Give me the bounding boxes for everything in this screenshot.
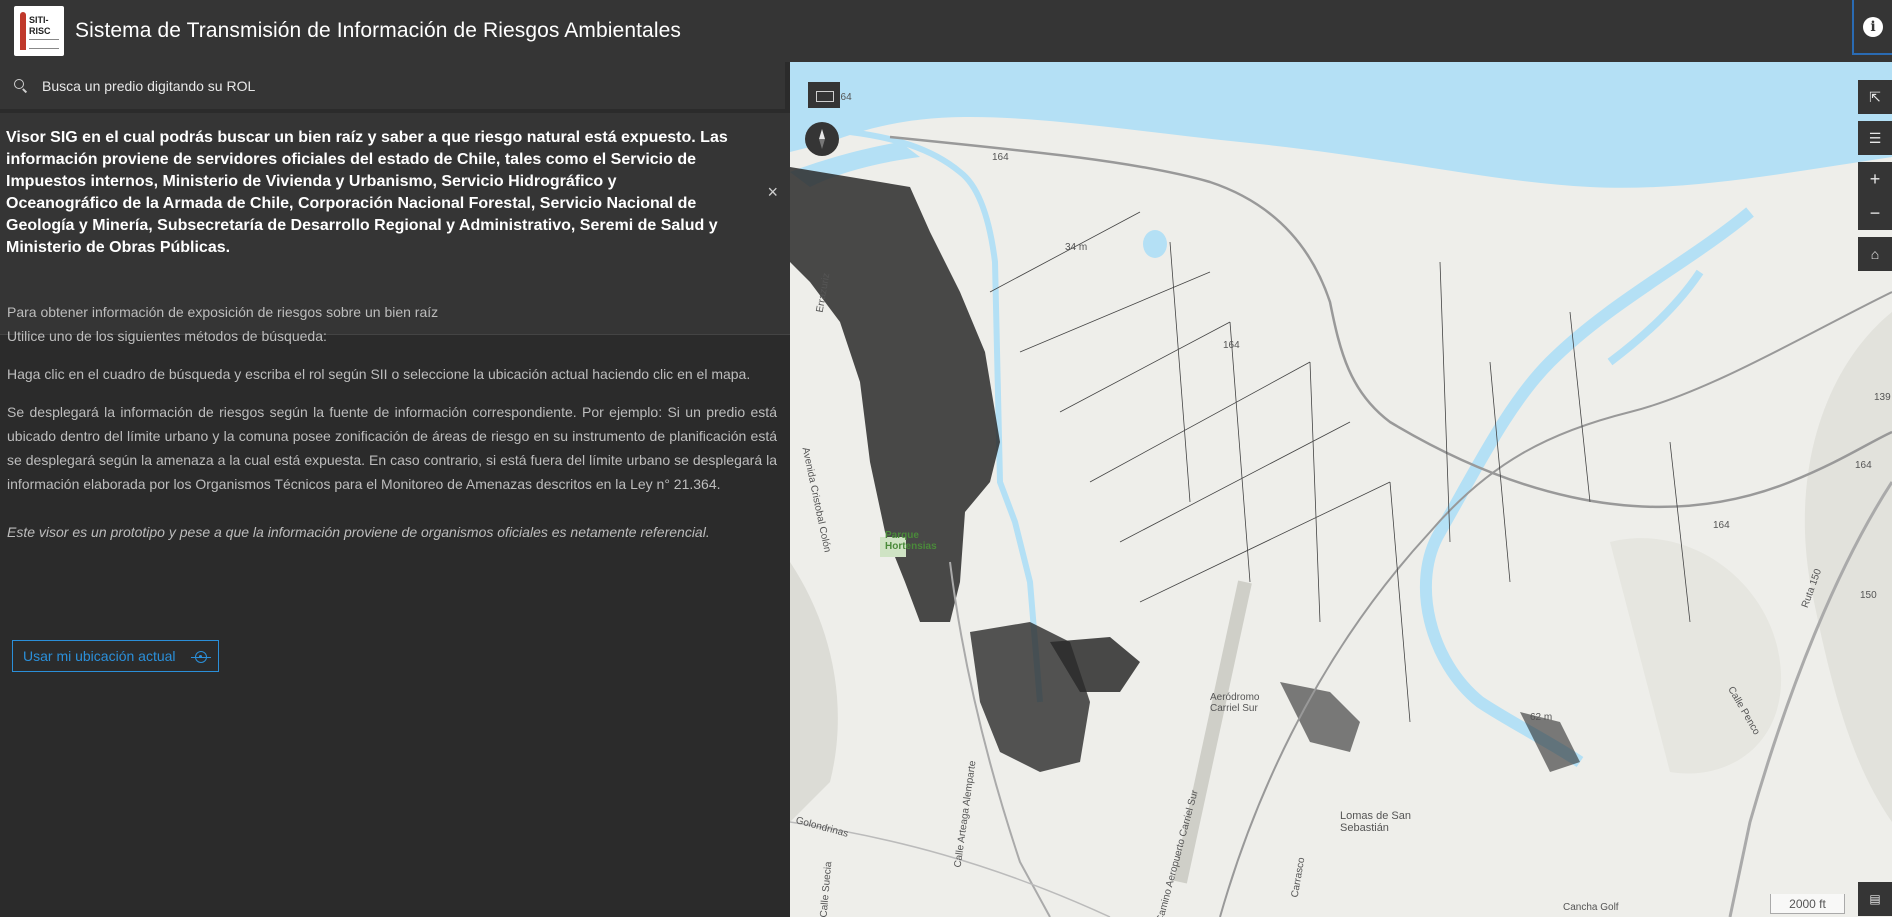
logo-text-2: RISC — [29, 26, 51, 36]
pond — [1143, 230, 1167, 258]
home-button[interactable]: ⌂ — [1858, 237, 1892, 271]
search-input[interactable] — [42, 77, 742, 94]
instructions: Para obtener información de exposición d… — [7, 300, 777, 558]
search-icon — [14, 78, 28, 93]
keyboard-icon[interactable] — [808, 82, 840, 108]
app-title: Sistema de Transmisión de Información de… — [75, 19, 681, 42]
share-button[interactable]: ⇱ — [1858, 80, 1892, 114]
app-header: SITI- RISC Sistema de Transmisión de Inf… — [0, 0, 1892, 62]
hill-shade-right — [1804, 312, 1892, 822]
instruction-line-1: Para obtener información de exposición d… — [7, 304, 439, 320]
side-panel: Visor SIG en el cual podrás buscar un bi… — [0, 62, 790, 917]
intro-text: Visor SIG en el cual podrás buscar un bi… — [6, 129, 728, 256]
airport-label: Aeródromo Carriel Sur — [1210, 692, 1260, 714]
railway — [1219, 291, 1892, 917]
golf-label: Cancha Golf — [1563, 902, 1619, 913]
logo-text-1: SITI- — [29, 15, 49, 25]
disclaimer-text: Este visor es un prototipo y pese a que … — [7, 524, 710, 540]
layer-list-icon: ☰ — [1868, 129, 1882, 146]
app-logo: SITI- RISC — [14, 6, 64, 56]
park-label: Parque Hortensias — [885, 530, 937, 552]
share-icon: ⇱ — [1869, 88, 1881, 105]
road-label: 164 — [992, 152, 1009, 163]
elevation-label: 62 m — [1530, 712, 1553, 723]
target-icon — [191, 651, 211, 663]
info-icon: i — [1863, 16, 1883, 37]
map-view[interactable]: 164 164 164 164 164 150 139 34 m 62 m Pa… — [790, 62, 1892, 917]
instruction-line-2: Utilice uno de los siguientes métodos de… — [7, 328, 327, 344]
zoom-out-button[interactable]: − — [1858, 196, 1892, 230]
airport-runway — [1173, 580, 1252, 884]
zoom-out-icon: − — [1869, 202, 1881, 223]
zoom-in-icon: + — [1869, 168, 1881, 189]
scale-bar: 2000 ft — [1770, 894, 1845, 914]
use-current-location-label: Usar mi ubicación actual — [23, 648, 176, 664]
instruction-details: Se desplegará la información de riesgos … — [7, 404, 777, 492]
road-label: 164 — [1855, 460, 1872, 471]
logo-lines — [29, 39, 59, 49]
hill-shade-left — [790, 562, 838, 822]
map-canvas[interactable] — [790, 62, 1892, 917]
legend-button[interactable]: ▤ — [1858, 882, 1892, 916]
use-current-location-button[interactable]: Usar mi ubicación actual — [12, 640, 219, 672]
elevation-label: 34 m — [1065, 242, 1088, 253]
home-icon: ⌂ — [1870, 246, 1880, 262]
hill-shade-center — [1610, 538, 1782, 774]
layer-list-button[interactable]: ☰ — [1858, 121, 1892, 155]
road-label: 164 — [1223, 340, 1240, 351]
neighborhood-label: Lomas de San Sebastián — [1340, 810, 1411, 834]
search-bar — [0, 62, 785, 110]
legend-icon: ▤ — [1869, 892, 1881, 906]
compass-icon[interactable] — [805, 122, 839, 156]
close-icon[interactable]: × — [767, 182, 778, 203]
instruction-search: Haga clic en el cuadro de búsqueda y esc… — [7, 366, 751, 382]
road-label: 139 — [1874, 392, 1891, 403]
road-label: 150 — [1860, 590, 1877, 601]
urban-area-lomas — [1280, 682, 1360, 752]
info-button[interactable]: i — [1852, 0, 1892, 55]
logo-flame-icon — [20, 12, 26, 50]
zoom-in-button[interactable]: + — [1858, 162, 1892, 196]
route-164 — [889, 135, 1892, 509]
road-label: 164 — [1713, 520, 1730, 531]
